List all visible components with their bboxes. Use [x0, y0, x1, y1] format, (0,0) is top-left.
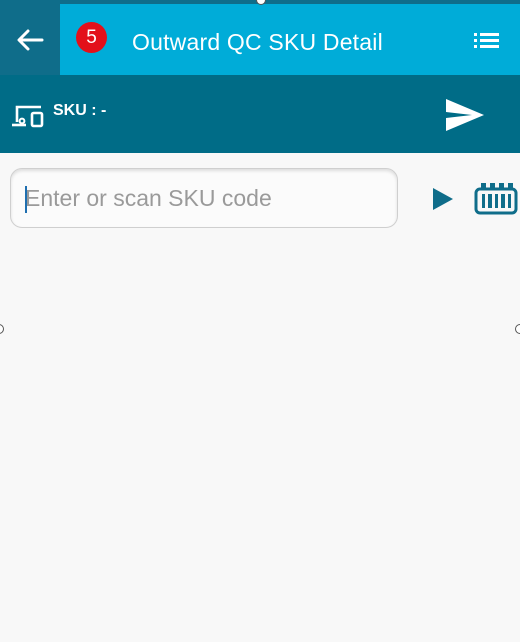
app-screen: 5 Outward QC SKU Detail SKU : -	[0, 0, 520, 642]
resize-handle-right[interactable]	[515, 324, 520, 334]
text-cursor	[25, 186, 27, 213]
back-button[interactable]	[0, 4, 60, 75]
arrow-left-icon	[17, 29, 44, 50]
list-menu-icon	[474, 33, 499, 48]
app-bar: 5 Outward QC SKU Detail	[0, 4, 520, 75]
page-title: Outward QC SKU Detail	[132, 29, 383, 55]
barcode-scan-button[interactable]	[474, 182, 518, 216]
devices-icon	[12, 105, 44, 128]
list-menu-button[interactable]	[472, 28, 502, 52]
barcode-scanner-icon	[474, 183, 518, 215]
submit-sku-button[interactable]	[431, 186, 455, 212]
send-button[interactable]	[444, 97, 486, 133]
send-icon	[446, 99, 484, 131]
sku-search-input[interactable]	[10, 168, 398, 228]
resize-handle-left[interactable]	[0, 324, 4, 334]
notification-badge: 5	[76, 22, 107, 53]
play-icon	[433, 188, 453, 210]
sku-info-bar: SKU : -	[0, 75, 520, 153]
sku-label: SKU : -	[53, 102, 107, 119]
